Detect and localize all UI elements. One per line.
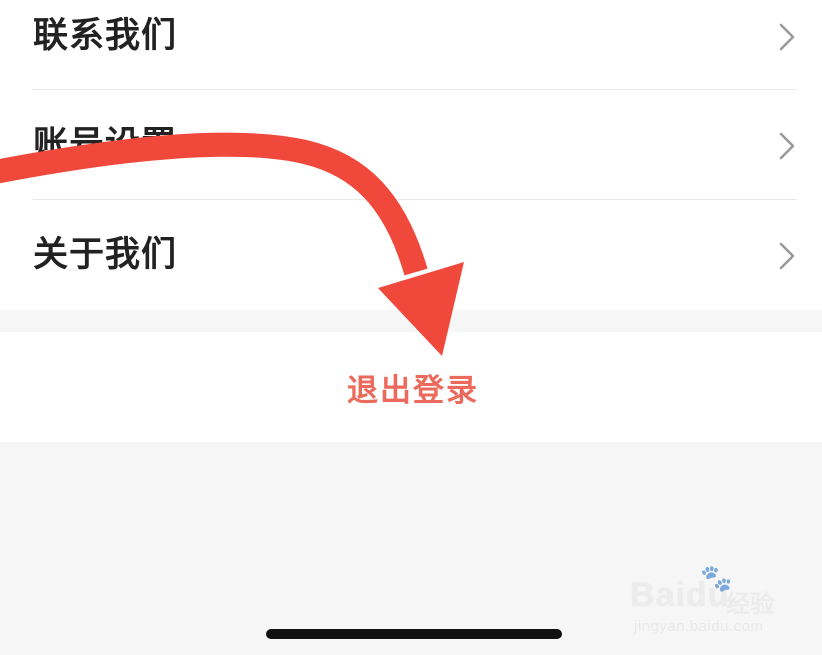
logout-button[interactable]: 退出登录 [0,332,822,442]
menu-item-label: 联系我们 [33,16,178,56]
settings-menu-list: 联系我们 账号设置 关于我们 [0,0,822,310]
menu-item-label: 账号设置 [33,125,178,165]
baidu-jingyan-watermark: Baidu 🐾 经验 jingyan.baidu.com [630,564,810,644]
logout-label: 退出登录 [347,372,479,409]
menu-item-label: 关于我们 [33,235,178,275]
menu-item-contact-us[interactable]: 联系我们 [0,0,822,92]
menu-divider [33,89,797,90]
chevron-right-icon [779,23,795,51]
menu-item-account-settings[interactable]: 账号设置 [0,91,822,201]
chevron-right-icon [779,242,795,270]
settings-screen: 联系我们 账号设置 关于我们 退出登录 Baidu 🐾 经验 jingyan.b… [0,0,822,655]
watermark-product: 经验 [726,590,774,618]
menu-item-about-us[interactable]: 关于我们 [0,201,822,311]
watermark-url: jingyan.baidu.com [634,618,764,635]
logout-section: 退出登录 [0,332,822,442]
menu-divider [33,199,797,200]
home-indicator[interactable] [266,629,562,639]
chevron-right-icon [779,132,795,160]
